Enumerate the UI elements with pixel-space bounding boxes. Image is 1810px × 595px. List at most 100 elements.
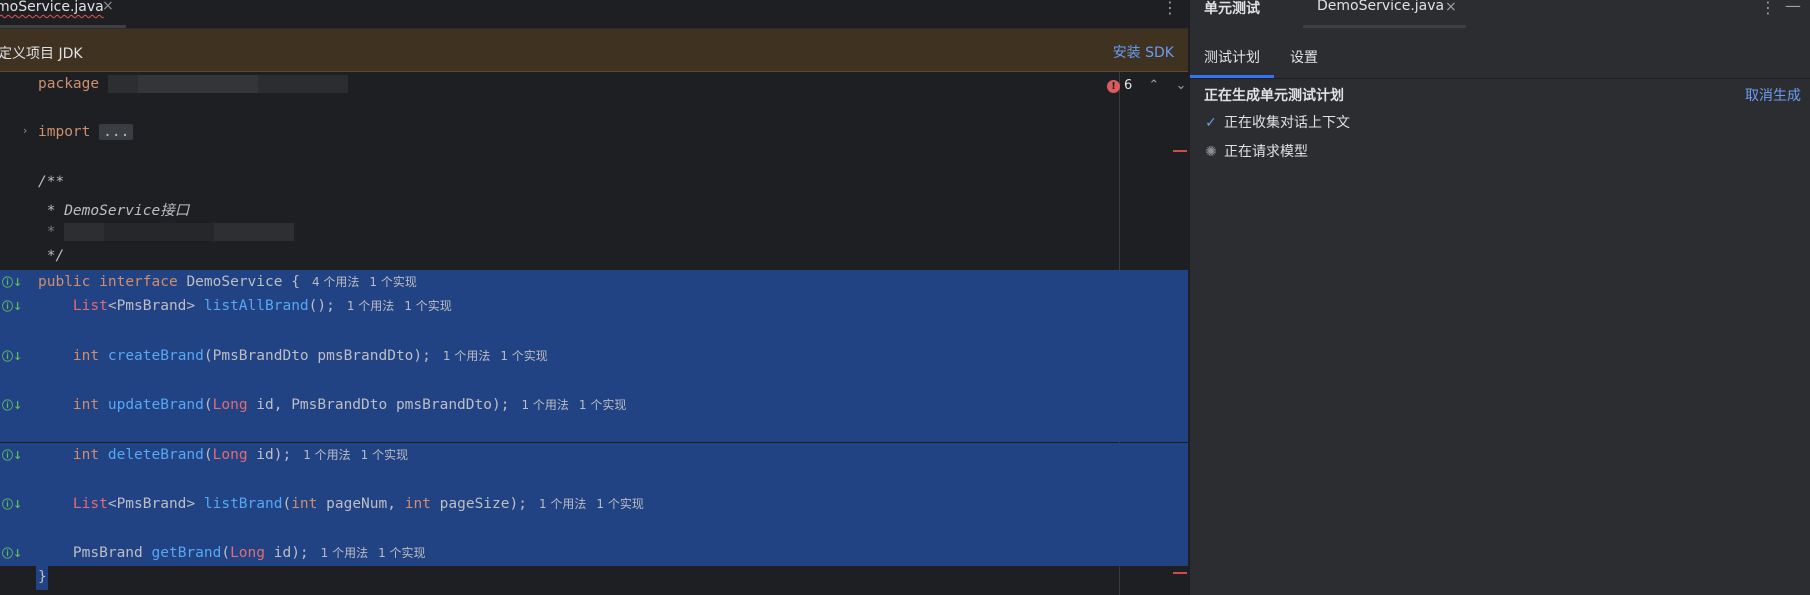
close-icon[interactable]: × xyxy=(1445,0,1457,15)
implemented-gutter-icon[interactable]: ⓘ↓ xyxy=(2,447,22,463)
more-options-icon[interactable]: ⋮ xyxy=(1162,0,1178,16)
code-line xyxy=(0,516,1188,542)
code-token: ( xyxy=(203,446,213,463)
usages-hint[interactable]: 4 个用法 xyxy=(312,275,359,289)
package-keyword: package xyxy=(38,76,100,92)
code-token: Long xyxy=(212,397,248,414)
implemented-gutter-icon[interactable]: ⓘ↓ xyxy=(2,348,22,364)
implementations-hint[interactable]: 1 个实现 xyxy=(404,299,451,313)
code-token: ( xyxy=(203,397,213,414)
tool-window-title: 单元测试 xyxy=(1204,1,1260,17)
code-token: <PmsBrand> xyxy=(107,495,196,512)
doc-comment-close: */ xyxy=(38,247,65,264)
code-line: ⓘ↓ public interface DemoService {4 个用法 1 … xyxy=(0,269,1188,295)
implemented-gutter-icon[interactable]: ⓘ↓ xyxy=(2,496,22,512)
code-token: (PmsBrandDto pmsBrandDto); xyxy=(203,347,431,364)
usages-hint[interactable]: 1 个用法 xyxy=(521,398,568,412)
usages-hint[interactable]: 1 个用法 xyxy=(321,546,368,560)
redacted-text xyxy=(137,75,258,93)
editor-tab-label: moService.java xyxy=(0,0,104,15)
usages-hint[interactable]: 1 个用法 xyxy=(443,349,490,363)
step-collect-context: ✓ 正在收集对话上下文 xyxy=(1204,112,1350,132)
code-token: getBrand xyxy=(151,545,222,562)
code-token: int xyxy=(291,495,318,512)
chevron-right-icon[interactable]: › xyxy=(23,124,27,137)
implementations-hint[interactable]: 1 个实现 xyxy=(361,448,408,462)
tool-window-header: 单元测试 DemoService.java × ⋮ — xyxy=(1190,0,1810,28)
usages-hint[interactable]: 1 个用法 xyxy=(539,497,586,511)
folded-imports[interactable]: ... xyxy=(99,124,134,141)
spinner-icon: ✺ xyxy=(1205,144,1217,160)
usages-hint[interactable]: 1 个用法 xyxy=(303,448,350,462)
code-token: int xyxy=(404,495,431,512)
code-token: PmsBrand xyxy=(72,545,143,562)
code-token: <PmsBrand> xyxy=(107,298,196,315)
usages-hint[interactable]: 1 个用法 xyxy=(347,299,394,313)
code-line: ⓘ↓ int updateBrand(Long id, PmsBrandDto … xyxy=(0,393,1188,418)
more-options-icon[interactable]: ⋮ xyxy=(1760,0,1776,16)
code-token: int xyxy=(72,446,100,463)
code-token: listBrand xyxy=(203,495,283,512)
code-area[interactable]: package › import ... /** * DemoService接口… xyxy=(0,72,1188,595)
tab-test-plan[interactable]: 测试计划 xyxy=(1190,47,1274,78)
code-token: listAllBrand xyxy=(203,298,309,315)
editor-tab-demoservice[interactable]: moService.java × xyxy=(0,0,126,28)
implementations-hint[interactable]: 1 个实现 xyxy=(500,349,547,363)
doc-comment-star: * xyxy=(38,224,65,241)
code-line: › import ... xyxy=(0,121,1188,146)
implemented-gutter-icon[interactable]: ⓘ↓ xyxy=(2,298,22,314)
tool-file-tab[interactable]: DemoService.java xyxy=(1317,0,1444,14)
redacted-text xyxy=(107,75,138,93)
install-sdk-link[interactable]: 安装 SDK xyxy=(1113,42,1174,62)
check-icon: ✓ xyxy=(1205,115,1217,131)
code-editor[interactable]: moService.java × ⋮ 定义项目 JDK 安装 SDK ! 6 ⌃ … xyxy=(0,0,1188,595)
cancel-generation-link[interactable]: 取消生成 xyxy=(1745,85,1801,105)
code-token: id); xyxy=(265,545,309,562)
code-line xyxy=(0,467,1188,492)
redacted-text xyxy=(257,75,348,93)
code-line: package xyxy=(0,72,1188,97)
code-line: ⓘ↓ int deleteBrand(Long id); 1 个用法 1 个实现 xyxy=(0,442,1188,468)
code-line: ⓘ↓ List<PmsBrand> listAllBrand(); 1 个用法 1 … xyxy=(0,294,1188,319)
redacted-text xyxy=(104,223,215,242)
code-line: } xyxy=(0,566,1188,591)
close-icon[interactable]: × xyxy=(102,0,114,13)
implementations-hint[interactable]: 1 个实现 xyxy=(579,398,626,412)
code-line: /** xyxy=(0,171,1188,196)
code-line: ⓘ↓ int createBrand(PmsBrandDto pmsBrandD… xyxy=(0,343,1188,369)
code-line: ⓘ↓ List<PmsBrand> listBrand(int pageNum,… xyxy=(0,491,1188,517)
code-token: id, PmsBrandDto pmsBrandDto); xyxy=(247,397,510,414)
implementations-hint[interactable]: 1 个实现 xyxy=(378,546,425,560)
code-token: public xyxy=(38,273,91,290)
code-token: pageSize); xyxy=(430,495,527,512)
code-token: interface xyxy=(99,273,178,290)
code-token: deleteBrand xyxy=(107,446,204,463)
implemented-gutter-icon[interactable]: ⓘ↓ xyxy=(2,545,22,561)
doc-comment-open: /** xyxy=(38,173,65,190)
code-token: int xyxy=(72,397,100,414)
implementations-hint[interactable]: 1 个实现 xyxy=(369,275,416,289)
code-token: id); xyxy=(247,446,292,463)
tab-settings[interactable]: 设置 xyxy=(1290,47,1318,67)
code-token: Long xyxy=(212,446,248,463)
code-token: ( xyxy=(282,495,292,512)
code-line xyxy=(0,368,1188,394)
code-line: * DemoService接口 xyxy=(0,196,1188,221)
code-token: { xyxy=(282,273,300,290)
implemented-gutter-icon[interactable]: ⓘ↓ xyxy=(2,397,22,413)
code-token: int xyxy=(72,347,100,364)
code-token: ( xyxy=(221,545,231,562)
active-tab-indicator xyxy=(0,25,126,28)
code-token: createBrand xyxy=(107,347,204,364)
code-token: List xyxy=(72,495,108,512)
implementations-hint[interactable]: 1 个实现 xyxy=(596,497,643,511)
implemented-gutter-icon[interactable]: ⓘ↓ xyxy=(2,274,22,290)
generation-status-title: 正在生成单元测试计划 xyxy=(1204,88,1344,104)
doc-comment-description: * DemoService接口 xyxy=(38,202,190,219)
code-line xyxy=(0,319,1188,344)
minimize-icon[interactable]: — xyxy=(1785,0,1801,14)
code-line: */ xyxy=(0,245,1188,270)
step-label: 正在请求模型 xyxy=(1224,144,1308,160)
step-request-model: ✺ 正在请求模型 xyxy=(1204,141,1308,161)
step-label: 正在收集对话上下文 xyxy=(1224,115,1350,131)
